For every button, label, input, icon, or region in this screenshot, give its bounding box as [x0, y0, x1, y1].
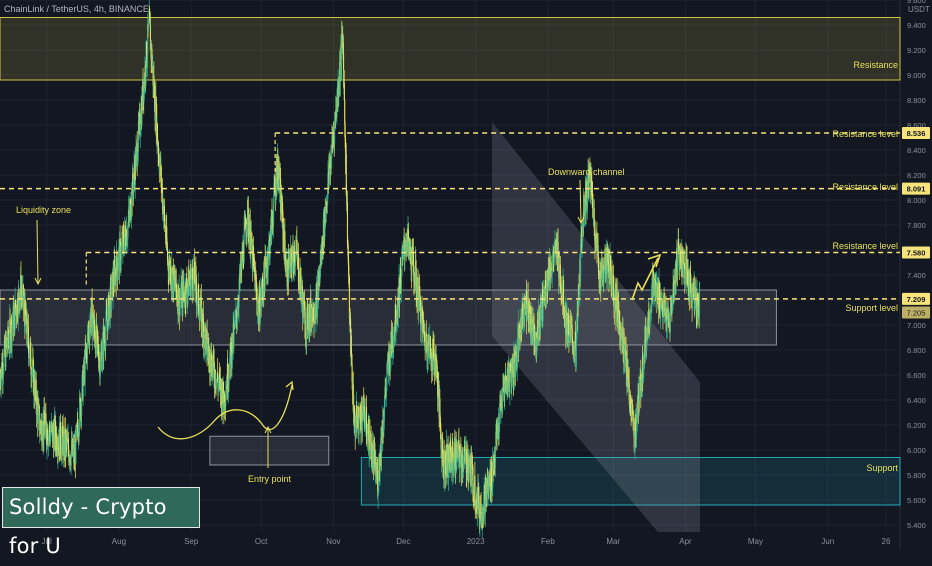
candle-body [494, 445, 497, 463]
y-tick-label: 9.400 [907, 21, 926, 30]
x-tick-label: Feb [541, 537, 555, 546]
x-tick-label: Apr [679, 537, 692, 546]
candle-body [191, 267, 193, 278]
y-tick-label: 8.200 [907, 171, 926, 180]
candle-body [358, 418, 360, 435]
price-tag-label: 7.209 [907, 295, 926, 304]
y-tick-label: 6.000 [907, 446, 926, 455]
y-tick-label: 6.400 [907, 396, 926, 405]
candle-body [698, 281, 701, 316]
candle-body [344, 100, 346, 124]
candle-body [605, 270, 607, 280]
y-tick-label: 6.800 [907, 346, 926, 355]
resistance-level-label-1: Resistance level [832, 129, 898, 139]
candle-body [81, 399, 83, 416]
y-tick-label: 5.600 [907, 496, 926, 505]
y-tick-label: 9.200 [907, 46, 926, 55]
entry-point-label: Entry point [248, 474, 292, 484]
candle-body [343, 82, 345, 101]
price-chart[interactable]: 9.6009.4009.2009.0008.8008.6008.4008.200… [0, 0, 932, 550]
y-tick-label: 5.400 [907, 521, 926, 530]
symbol-header: ChainLink / TetherUS, 4h, BINANCE [4, 4, 149, 14]
y-tick-label: 8.800 [907, 96, 926, 105]
support-zone-label: Support [866, 463, 898, 473]
brand-watermark: Solldy - Crypto for U [2, 487, 200, 558]
y-tick-label: 6.600 [907, 371, 926, 380]
candle-body [412, 252, 415, 268]
y-tick-label: 5.800 [907, 471, 926, 480]
y-tick-label: 9.000 [907, 71, 926, 80]
liquidity-zone-label: Liquidity zone [16, 205, 71, 215]
candle-body [27, 327, 29, 345]
y-tick-label: 7.400 [907, 271, 926, 280]
candle-body [626, 358, 628, 376]
y-tick-label: 7.000 [907, 321, 926, 330]
zone-resistance [0, 17, 901, 81]
y-axis-unit-label: USDT [908, 5, 930, 14]
price-tag-label: 8.091 [907, 185, 926, 194]
x-tick-label: Jun [821, 537, 834, 546]
price-tag-label: 8.536 [907, 129, 926, 138]
x-tick-label: Mar [606, 537, 620, 546]
candle-body [609, 256, 612, 269]
y-tick-label: 8.400 [907, 146, 926, 155]
downward-channel-label: Downward channel [548, 167, 625, 177]
x-tick-label: Sep [184, 537, 199, 546]
x-tick-label: 26 [882, 537, 891, 546]
price-tag-label: 7.580 [907, 249, 926, 258]
y-tick-label: 7.800 [907, 221, 926, 230]
x-tick-label: Nov [326, 537, 340, 546]
x-tick-label: Oct [255, 537, 268, 546]
x-tick-label: Aug [112, 537, 126, 546]
y-tick-label: 6.200 [907, 421, 926, 430]
resistance-level-label-3: Resistance level [832, 241, 898, 251]
resistance-level-label-2: Resistance level [832, 182, 898, 192]
candle-body [400, 275, 403, 292]
x-tick-label: May [748, 537, 763, 546]
support-level-label: Support level [845, 303, 898, 313]
candle-body [120, 245, 122, 260]
candle-body [436, 365, 438, 372]
zone-entry-point [209, 435, 330, 466]
candle-body [60, 422, 62, 450]
x-tick-label: 2023 [467, 537, 485, 546]
x-tick-label: Dec [396, 537, 410, 546]
price-tag-secondary-label: 7.205 [907, 309, 926, 318]
resistance-zone-label: Resistance [853, 60, 898, 70]
y-tick-label: 8.000 [907, 196, 926, 205]
